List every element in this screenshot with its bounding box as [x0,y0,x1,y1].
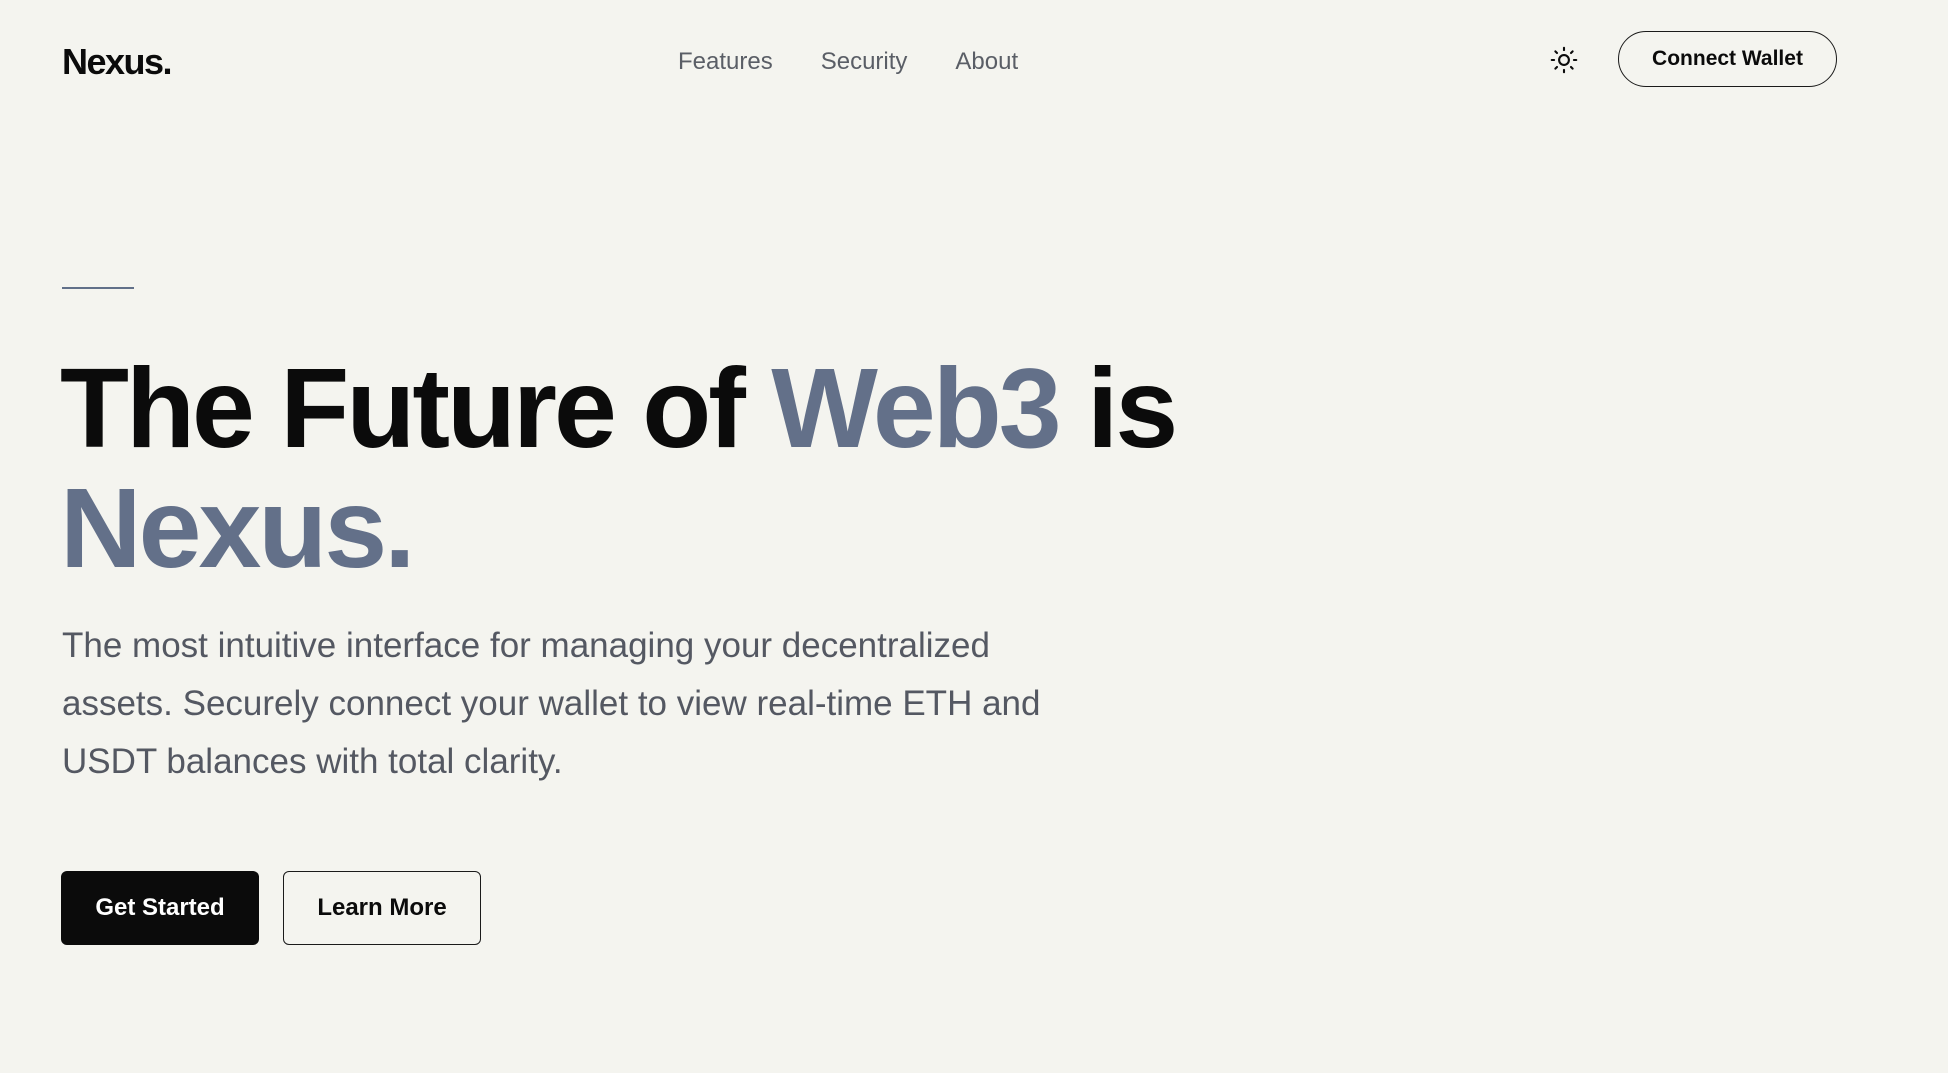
hero-description: The most intuitive interface for managin… [62,626,1041,781]
headline-brand: Nexus. [60,465,416,591]
headline-text-1: The Future of [60,345,772,471]
theme-toggle-button[interactable] [1548,44,1580,76]
learn-more-button[interactable]: Learn More [283,871,481,945]
logo[interactable]: Nexus. [62,42,173,82]
accent-divider [62,287,134,289]
site-header: Nexus. Features Security About Connect W… [0,0,1948,120]
landing-page: Nexus. Features Security About Connect W… [0,0,1948,1073]
headline-text-2: is [1058,345,1178,471]
nav-link-features[interactable]: Features [678,47,773,77]
sun-icon [1550,46,1578,74]
nav-link-security[interactable]: Security [821,47,908,77]
hero-headline: The Future of Web3 is Nexus. [60,345,1178,591]
main-nav: Features Security About [678,47,1018,77]
connect-wallet-button[interactable]: Connect Wallet [1618,31,1837,87]
get-started-button[interactable]: Get Started [61,871,259,945]
headline-highlight: Web3 [771,345,1061,471]
nav-link-about[interactable]: About [955,47,1018,77]
